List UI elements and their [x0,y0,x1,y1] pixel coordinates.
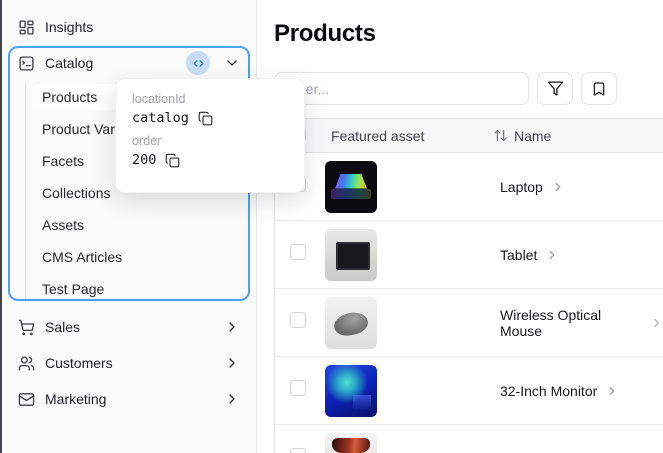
tooltip-field-value: catalog [132,110,189,126]
row-checkbox[interactable] [290,448,306,453]
table-header-row: Featured asset Name [275,119,663,153]
table-row[interactable]: Laptop [275,153,663,221]
sidebar-item-assets[interactable]: Assets [33,209,242,241]
sidebar-item-insights[interactable]: Insights [0,9,256,45]
sidebar-item-marketing[interactable]: Marketing [0,381,256,417]
arrow-up-down-icon [494,129,507,142]
row-checkbox[interactable] [290,312,306,328]
product-link[interactable]: Laptop [493,179,663,195]
chevron-right-icon [555,182,561,191]
bookmark-icon [593,81,605,96]
sidebar-item-label: Marketing [45,391,107,407]
dev-mode-badge[interactable] [186,51,210,75]
chevron-right-icon [224,355,240,371]
product-name: Wireless Optical Mouse [500,306,602,339]
tooltip-field-label: order [132,134,162,148]
product-image-laptop [325,160,377,213]
sidebar: Insights Catalog Products Product Varian… [0,0,257,453]
copy-button[interactable] [198,111,213,126]
product-link[interactable]: 32-Inch Monitor [493,383,663,399]
chevron-right-icon [653,318,659,327]
product-name: 32-Inch Monitor [500,382,598,399]
column-header-name[interactable]: Name [493,128,663,144]
shopping-cart-icon [18,319,35,336]
sidebar-item-test-page[interactable]: Test Page [33,273,242,305]
product-link[interactable]: Tablet [493,247,663,263]
sub-item-label: CMS Articles [42,249,123,265]
tooltip-field-value: 200 [132,152,157,168]
chevron-right-icon [609,386,615,395]
mail-icon [18,391,35,408]
sidebar-item-label: Sales [45,319,81,335]
sidebar-item-customers[interactable]: Customers [0,345,256,381]
column-header-name-label: Name [514,127,552,144]
sidebar-item-cms-articles[interactable]: CMS Articles [33,241,242,273]
row-checkbox[interactable] [290,244,306,260]
filter-button[interactable] [537,72,573,105]
sidebar-item-catalog[interactable]: Catalog [0,45,256,81]
sidebar-item-sales[interactable]: Sales [0,309,256,345]
table-row[interactable]: 32-Inch Monitor [275,357,663,425]
table-row[interactable]: Tablet [275,221,663,289]
page-title: Products [274,20,376,47]
code-icon [193,59,203,67]
copy-icon [166,153,180,167]
row-checkbox[interactable] [290,380,306,396]
window-left-edge [0,0,2,453]
users-icon [18,355,35,372]
table-row[interactable]: Wireless Optical Mouse [275,289,663,357]
indent-guide [25,83,26,301]
sub-item-label: Collections [42,185,111,201]
funnel-icon [547,81,563,96]
copy-button[interactable] [165,153,180,168]
sidebar-item-label: Catalog [45,55,94,71]
product-image-mouse [325,296,377,349]
products-table: Featured asset Name Laptop Tablet Wirele… [274,118,663,453]
dev-info-tooltip: locationId catalog order 200 [115,78,305,193]
app-window: Insights Catalog Products Product Varian… [0,0,663,453]
chevron-right-icon [549,250,555,259]
sidebar-item-label: Customers [45,355,113,371]
sidebar-item-label: Insights [45,19,94,35]
tooltip-field-label: locationId [132,92,186,106]
table-row[interactable]: Curved Monitor [275,425,663,453]
sub-item-label: Facets [42,153,85,169]
chevron-down-icon [224,55,240,71]
chevron-right-icon [224,319,240,335]
square-terminal-icon [18,55,35,72]
main-content: Products Featured asset Name [258,0,663,453]
sub-item-label: Products [42,89,98,105]
product-image-curved-monitor [325,432,377,453]
product-link[interactable]: Wireless Optical Mouse [493,307,663,339]
chevron-right-icon [224,391,240,407]
product-image-monitor [325,364,377,417]
product-image-tablet [325,228,377,281]
bookmark-button[interactable] [581,72,617,105]
column-header-featured-asset: Featured asset [331,127,425,144]
filter-input[interactable] [274,72,529,105]
list-controls [274,72,617,105]
sub-item-label: Test Page [42,281,105,297]
product-name: Laptop [500,178,543,195]
dashboard-grid-icon [18,19,35,36]
product-name: Tablet [500,246,538,263]
sub-item-label: Assets [42,217,85,233]
copy-icon [198,111,213,125]
